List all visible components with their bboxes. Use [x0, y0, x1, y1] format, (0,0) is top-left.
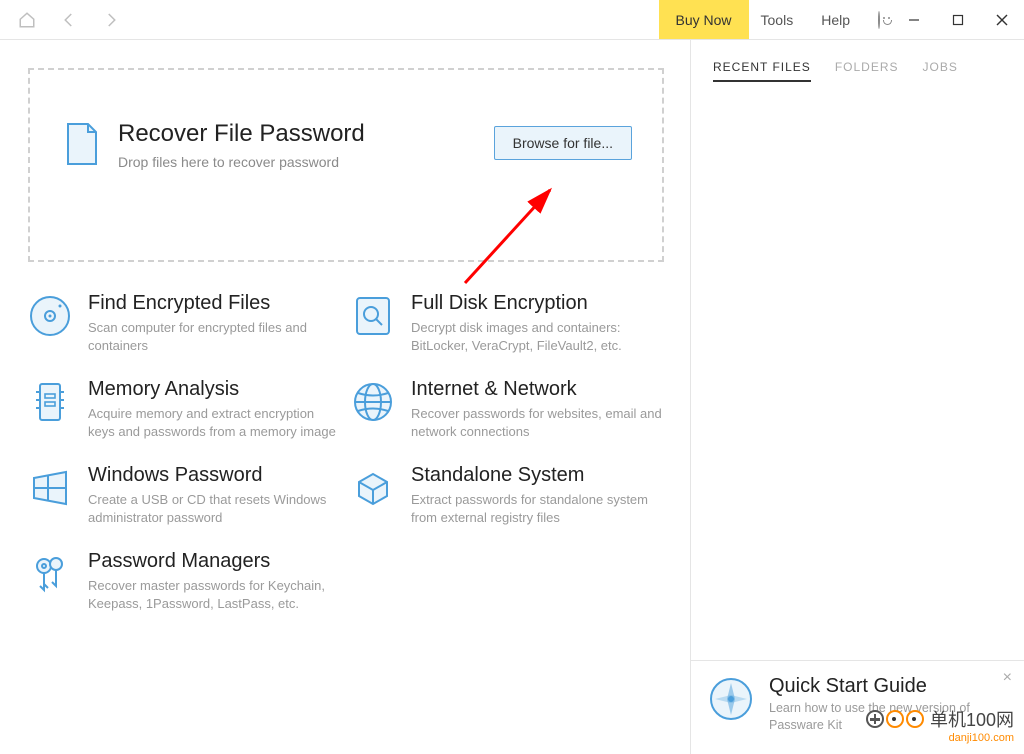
help-menu[interactable]: Help [821, 12, 850, 28]
recover-file-dropzone[interactable]: Recover File Password Drop files here to… [28, 68, 664, 262]
side-panel: RECENT FILES FOLDERS JOBS × Quick Start … [690, 40, 1024, 754]
side-body [691, 92, 1024, 660]
tab-recent-files[interactable]: RECENT FILES [713, 60, 811, 82]
title-bar: Buy Now Tools Help [0, 0, 1024, 40]
feature-full-disk-encryption[interactable]: Full Disk Encryption Decrypt disk images… [351, 292, 664, 354]
tools-menu[interactable]: Tools [761, 12, 794, 28]
qsg-desc: Learn how to use the new version of Pass… [769, 700, 1008, 734]
feature-title: Standalone System [411, 464, 664, 487]
cube-icon [351, 466, 395, 510]
feature-internet-network[interactable]: Internet & Network Recover passwords for… [351, 378, 664, 440]
buy-now-button[interactable]: Buy Now [659, 0, 749, 39]
file-icon [64, 122, 100, 166]
feature-title: Find Encrypted Files [88, 292, 341, 315]
maximize-icon[interactable] [936, 0, 980, 40]
feature-title: Internet & Network [411, 378, 664, 401]
back-icon[interactable] [60, 11, 78, 29]
feature-memory-analysis[interactable]: Memory Analysis Acquire memory and extra… [28, 378, 341, 440]
quick-start-guide[interactable]: × Quick Start Guide Learn how to use the… [691, 660, 1024, 754]
nav-buttons [0, 0, 120, 39]
windows-icon [28, 466, 72, 510]
keys-icon [28, 552, 72, 596]
recover-subtitle: Drop files here to recover password [118, 154, 365, 170]
feature-title: Windows Password [88, 464, 341, 487]
qsg-title: Quick Start Guide [769, 675, 1008, 698]
feature-standalone-system[interactable]: Standalone System Extract passwords for … [351, 464, 664, 526]
forward-icon[interactable] [102, 11, 120, 29]
features-grid: Find Encrypted Files Scan computer for e… [28, 292, 664, 612]
feature-password-managers[interactable]: Password Managers Recover master passwor… [28, 550, 341, 612]
recover-title: Recover File Password [118, 120, 365, 148]
close-icon[interactable]: × [1003, 669, 1012, 687]
tab-jobs[interactable]: JOBS [923, 60, 958, 82]
feature-windows-password[interactable]: Windows Password Create a USB or CD that… [28, 464, 341, 526]
main-content: Recover File Password Drop files here to… [0, 40, 690, 754]
feature-desc: Decrypt disk images and containers: BitL… [411, 319, 664, 354]
feedback-icon[interactable] [878, 12, 880, 28]
magnify-disk-icon [351, 294, 395, 338]
window-controls [892, 0, 1024, 39]
disk-icon [28, 294, 72, 338]
memory-icon [28, 380, 72, 424]
menu-group: Tools Help [749, 0, 892, 39]
home-icon[interactable] [18, 11, 36, 29]
tab-folders[interactable]: FOLDERS [835, 60, 899, 82]
minimize-icon[interactable] [892, 0, 936, 40]
globe-icon [351, 380, 395, 424]
feature-desc: Acquire memory and extract encryption ke… [88, 405, 341, 440]
feature-desc: Recover master passwords for Keychain, K… [88, 577, 341, 612]
feature-desc: Create a USB or CD that resets Windows a… [88, 491, 341, 526]
close-icon[interactable] [980, 0, 1024, 40]
feature-desc: Extract passwords for standalone system … [411, 491, 664, 526]
side-tabs: RECENT FILES FOLDERS JOBS [691, 40, 1024, 92]
compass-icon [707, 675, 755, 723]
feature-desc: Recover passwords for websites, email an… [411, 405, 664, 440]
feature-title: Full Disk Encryption [411, 292, 664, 315]
feature-title: Password Managers [88, 550, 341, 573]
browse-file-button[interactable]: Browse for file... [494, 126, 632, 160]
feature-desc: Scan computer for encrypted files and co… [88, 319, 341, 354]
feature-title: Memory Analysis [88, 378, 341, 401]
feature-find-encrypted-files[interactable]: Find Encrypted Files Scan computer for e… [28, 292, 341, 354]
